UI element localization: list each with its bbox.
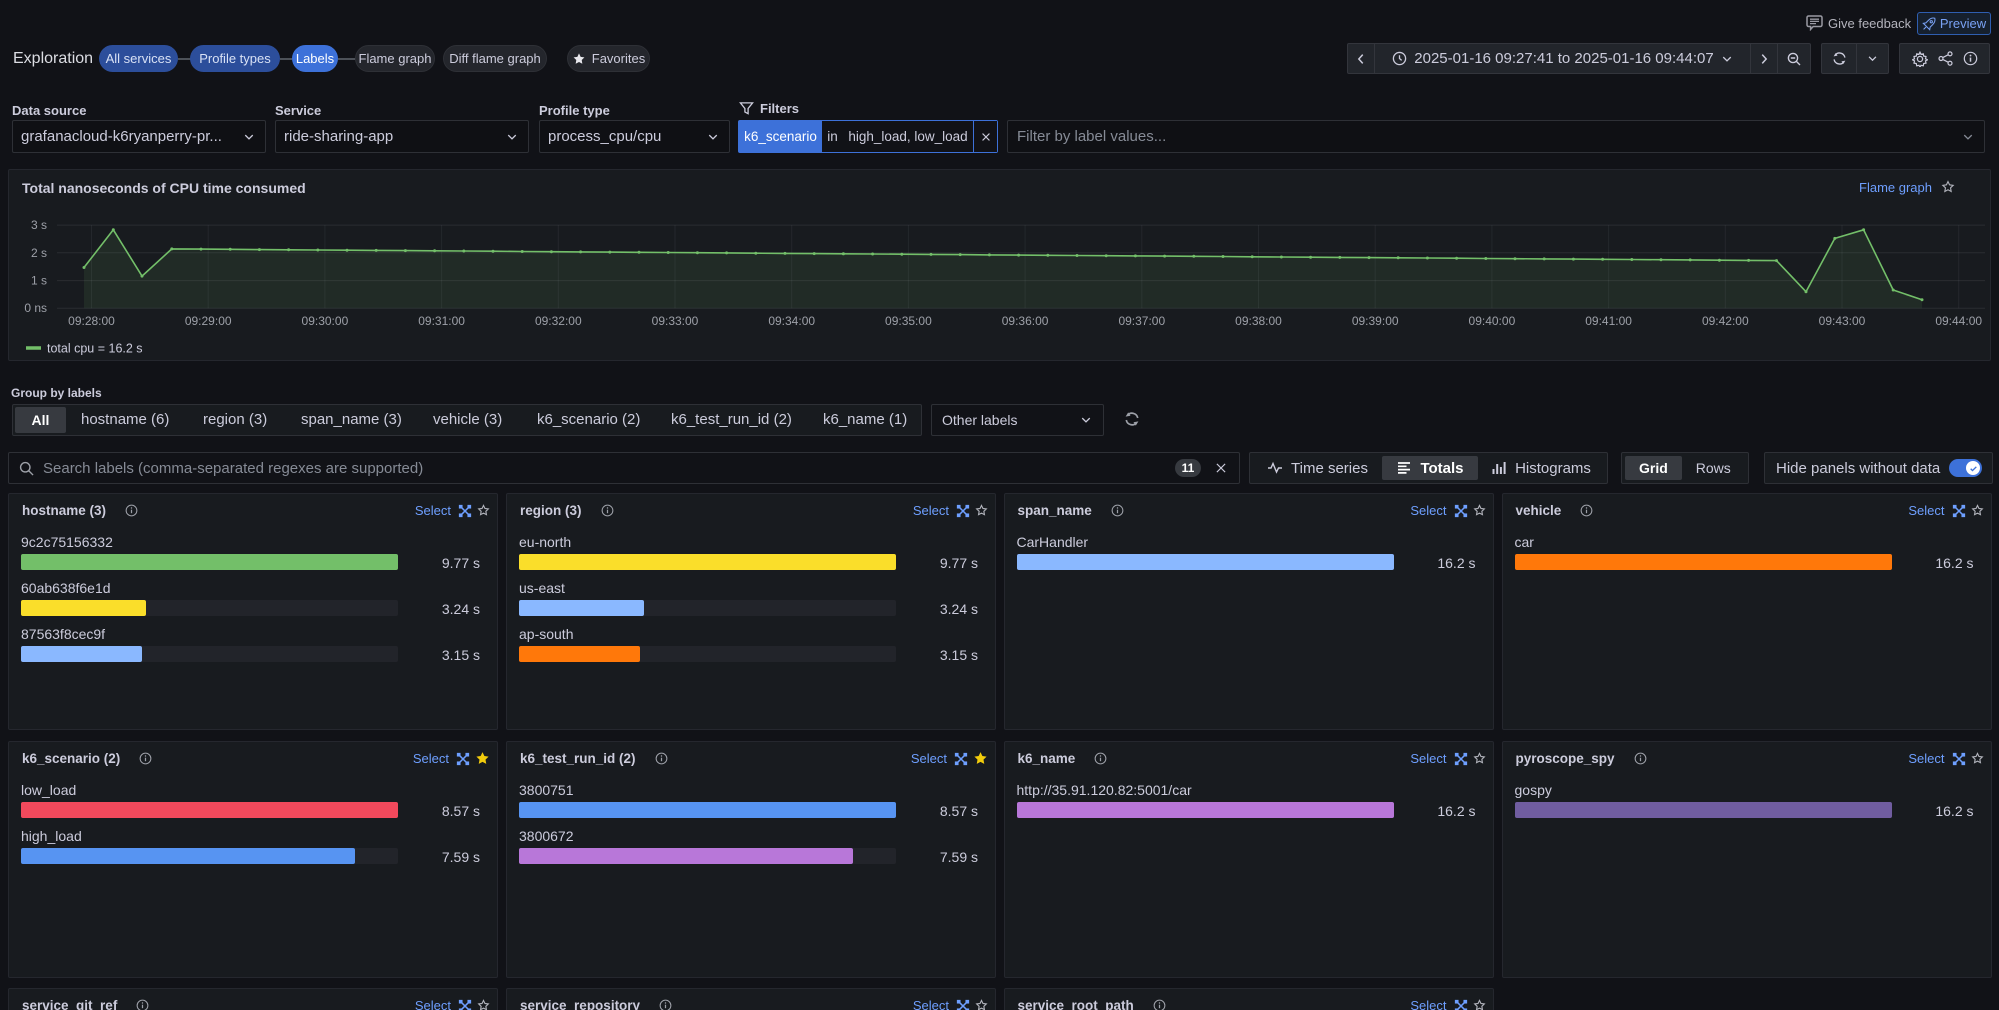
svg-text:09:36:00: 09:36:00 <box>1002 314 1049 328</box>
svg-text:09:41:00: 09:41:00 <box>1585 314 1632 328</box>
svg-text:09:35:00: 09:35:00 <box>885 314 932 328</box>
svg-text:2 s: 2 s <box>31 246 47 260</box>
svg-text:09:40:00: 09:40:00 <box>1469 314 1516 328</box>
svg-text:total cpu = 16.2 s: total cpu = 16.2 s <box>47 342 143 356</box>
svg-text:09:34:00: 09:34:00 <box>768 314 815 328</box>
svg-text:3 s: 3 s <box>31 218 47 232</box>
svg-text:09:29:00: 09:29:00 <box>185 314 232 328</box>
svg-text:0 ns: 0 ns <box>24 301 47 315</box>
svg-text:09:32:00: 09:32:00 <box>535 314 582 328</box>
svg-text:09:38:00: 09:38:00 <box>1235 314 1282 328</box>
svg-text:09:39:00: 09:39:00 <box>1352 314 1399 328</box>
svg-text:1 s: 1 s <box>31 274 47 288</box>
svg-text:09:43:00: 09:43:00 <box>1819 314 1866 328</box>
svg-text:09:37:00: 09:37:00 <box>1118 314 1165 328</box>
svg-text:09:31:00: 09:31:00 <box>418 314 465 328</box>
svg-text:09:42:00: 09:42:00 <box>1702 314 1749 328</box>
svg-text:09:30:00: 09:30:00 <box>302 314 349 328</box>
svg-text:09:28:00: 09:28:00 <box>68 314 115 328</box>
svg-text:09:44:00: 09:44:00 <box>1935 314 1982 328</box>
svg-text:09:33:00: 09:33:00 <box>652 314 699 328</box>
